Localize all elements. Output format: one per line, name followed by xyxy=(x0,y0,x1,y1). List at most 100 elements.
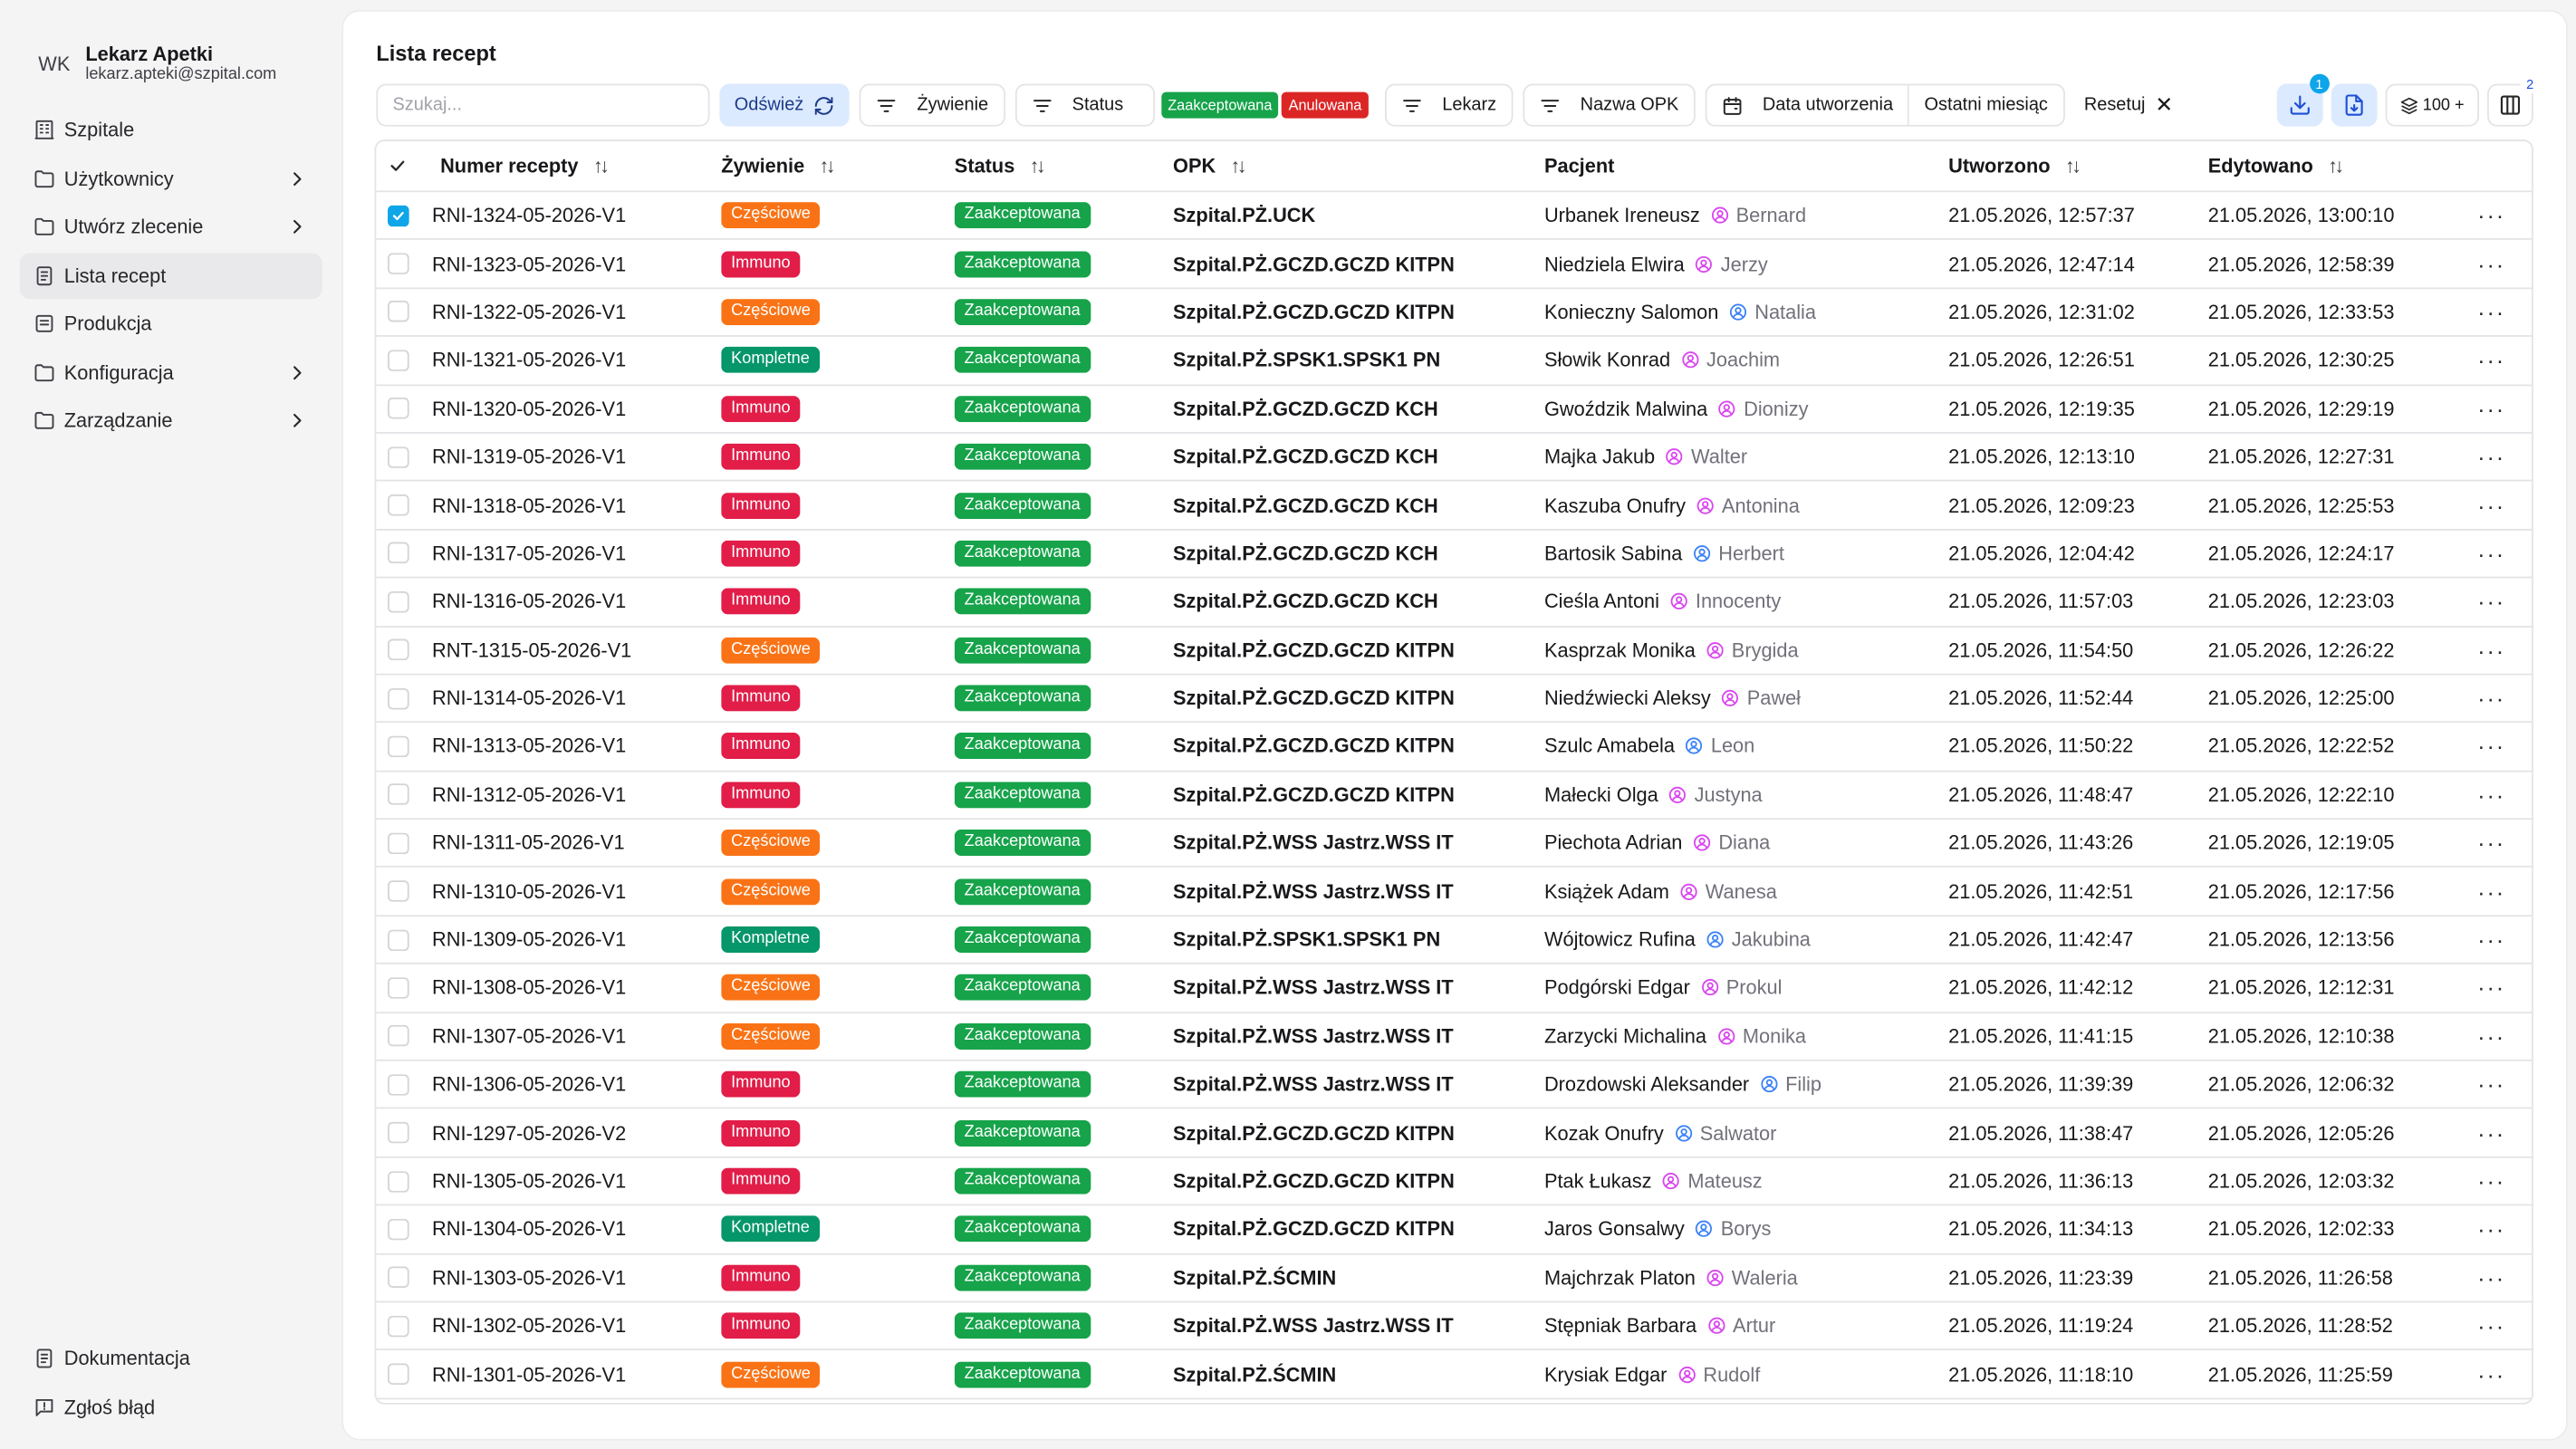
table-row[interactable]: RNI-1302-05-2026-V1 Immuno Zaakceptowana Sz… xyxy=(376,1302,2533,1351)
more-actions-icon[interactable]: ··· xyxy=(2477,740,2505,753)
prescription-number[interactable]: RNI-1324-05-2026-V1 xyxy=(419,204,722,226)
user-profile[interactable]: WK Lekarz Apetki lekarz.apteki@szpital.c… xyxy=(0,0,337,95)
table-row[interactable]: RNI-1303-05-2026-V1 Immuno Zaakceptowana Sz… xyxy=(376,1254,2533,1303)
table-row[interactable]: RNI-1308-05-2026-V1 Częściowe Zaakceptowan… xyxy=(376,964,2533,1013)
sort-icon[interactable]: ↑↓ xyxy=(593,154,610,177)
row-checkbox[interactable] xyxy=(388,928,409,951)
prescription-number[interactable]: RNI-1316-05-2026-V1 xyxy=(419,590,722,613)
more-actions-icon[interactable]: ··· xyxy=(2477,1367,2505,1381)
table-row[interactable]: RNI-1309-05-2026-V1 Kompletne Zaakceptowan… xyxy=(376,916,2533,965)
row-checkbox[interactable] xyxy=(388,783,409,806)
table-row[interactable]: RNI-1297-05-2026-V2 Immuno Zaakceptowana Sz… xyxy=(376,1109,2533,1158)
row-checkbox[interactable] xyxy=(388,1266,409,1289)
row-checkbox[interactable] xyxy=(388,832,409,854)
more-actions-icon[interactable]: ··· xyxy=(2477,692,2505,705)
row-checkbox[interactable] xyxy=(388,542,409,564)
prescription-number[interactable]: RNI-1323-05-2026-V1 xyxy=(419,253,722,275)
more-actions-icon[interactable]: ··· xyxy=(2477,499,2505,513)
doctor-filter-button[interactable]: Lekarz xyxy=(1384,83,1514,127)
opk-filter-button[interactable]: Nazwa OPK xyxy=(1523,83,1696,127)
more-actions-icon[interactable]: ··· xyxy=(2477,837,2505,850)
row-checkbox[interactable] xyxy=(388,1315,409,1337)
status-chip-cancelled[interactable]: Anulowana xyxy=(1282,91,1369,119)
sidebar-item-zarządzanie[interactable]: Zarządzanie xyxy=(20,398,322,444)
more-actions-icon[interactable]: ··· xyxy=(2477,1127,2505,1140)
row-checkbox[interactable] xyxy=(388,880,409,903)
table-row[interactable]: RNI-1305-05-2026-V1 Immuno Zaakceptowana Sz… xyxy=(376,1157,2533,1206)
column-header-opk[interactable]: OPK ↑↓ xyxy=(1173,154,1544,177)
more-actions-icon[interactable]: ··· xyxy=(2477,1078,2505,1091)
row-checkbox[interactable] xyxy=(388,253,409,275)
prescription-number[interactable]: RNI-1304-05-2026-V1 xyxy=(419,1218,722,1241)
prescription-number[interactable]: RNI-1310-05-2026-V1 xyxy=(419,880,722,903)
table-row[interactable]: RNI-1314-05-2026-V1 Immuno Zaakceptowana Sz… xyxy=(376,675,2533,724)
prescription-number[interactable]: RNI-1314-05-2026-V1 xyxy=(419,686,722,709)
sidebar-item-użytkownicy[interactable]: Użytkownicy xyxy=(20,155,322,201)
column-header-diet[interactable]: Żywienie ↑↓ xyxy=(721,154,955,177)
more-actions-icon[interactable]: ··· xyxy=(2477,354,2505,368)
sort-icon[interactable]: ↑↓ xyxy=(2065,154,2081,177)
prescription-number[interactable]: RNI-1311-05-2026-V1 xyxy=(419,831,722,854)
more-actions-icon[interactable]: ··· xyxy=(2477,257,2505,271)
status-filter-button[interactable]: Status xyxy=(1014,83,1155,127)
table-row[interactable]: RNI-1301-05-2026-V1 Częściowe Zaakceptowan… xyxy=(376,1351,2533,1399)
more-actions-icon[interactable]: ··· xyxy=(2477,209,2505,223)
more-actions-icon[interactable]: ··· xyxy=(2477,1030,2505,1043)
prescription-number[interactable]: RNI-1309-05-2026-V1 xyxy=(419,928,722,951)
prescription-number[interactable]: RNT-1315-05-2026-V1 xyxy=(419,638,722,661)
row-checkbox[interactable] xyxy=(388,687,409,709)
prescription-number[interactable]: RNI-1319-05-2026-V1 xyxy=(419,446,722,468)
refresh-button[interactable]: Odśwież xyxy=(719,83,851,127)
more-actions-icon[interactable]: ··· xyxy=(2477,595,2505,609)
prescription-number[interactable]: RNI-1320-05-2026-V1 xyxy=(419,397,722,419)
prescription-number[interactable]: RNI-1317-05-2026-V1 xyxy=(419,542,722,564)
row-checkbox[interactable] xyxy=(388,638,409,661)
more-actions-icon[interactable]: ··· xyxy=(2477,885,2505,898)
rows-per-page-button[interactable]: 100 + xyxy=(2385,83,2479,127)
row-checkbox[interactable] xyxy=(388,1073,409,1096)
row-checkbox[interactable] xyxy=(388,1363,409,1386)
table-row[interactable]: RNI-1307-05-2026-V1 Częściowe Zaakceptowan… xyxy=(376,1012,2533,1061)
sidebar-item-dokumentacja[interactable]: Dokumentacja xyxy=(20,1336,322,1382)
table-row[interactable]: RNI-1319-05-2026-V1 Immuno Zaakceptowana Sz… xyxy=(376,434,2533,483)
more-actions-icon[interactable]: ··· xyxy=(2477,402,2505,416)
prescription-number[interactable]: RNI-1321-05-2026-V1 xyxy=(419,349,722,371)
sort-icon[interactable]: ↑↓ xyxy=(2328,154,2344,177)
sort-icon[interactable]: ↑↓ xyxy=(820,154,836,177)
prescription-number[interactable]: RNI-1312-05-2026-V1 xyxy=(419,783,722,806)
sidebar-item-konfiguracja[interactable]: Konfiguracja xyxy=(20,349,322,395)
table-row[interactable]: RNI-1316-05-2026-V1 Immuno Zaakceptowana Sz… xyxy=(376,579,2533,627)
more-actions-icon[interactable]: ··· xyxy=(2477,788,2505,801)
prescription-number[interactable]: RNI-1297-05-2026-V2 xyxy=(419,1121,722,1144)
table-row[interactable]: RNI-1312-05-2026-V1 Immuno Zaakceptowana Sz… xyxy=(376,772,2533,820)
download-button[interactable]: 1 xyxy=(2276,73,2330,127)
prescription-number[interactable]: RNI-1306-05-2026-V1 xyxy=(419,1073,722,1096)
column-header-created[interactable]: Utworzono ↑↓ xyxy=(1948,154,2208,177)
export-file-button[interactable] xyxy=(2331,83,2377,127)
more-actions-icon[interactable]: ··· xyxy=(2477,1271,2505,1284)
table-row[interactable]: RNI-1322-05-2026-V1 Częściowe Zaakceptowan… xyxy=(376,289,2533,338)
more-actions-icon[interactable]: ··· xyxy=(2477,1319,2505,1333)
prescription-number[interactable]: RNI-1305-05-2026-V1 xyxy=(419,1169,722,1192)
table-row[interactable]: RNI-1306-05-2026-V1 Immuno Zaakceptowana Sz… xyxy=(376,1061,2533,1110)
row-checkbox[interactable] xyxy=(388,301,409,323)
more-actions-icon[interactable]: ··· xyxy=(2477,547,2505,561)
sidebar-item-zgłoś-błąd[interactable]: Zgłoś błąd xyxy=(20,1384,322,1430)
more-actions-icon[interactable]: ··· xyxy=(2477,643,2505,657)
sort-icon[interactable]: ↑↓ xyxy=(1231,154,1247,177)
columns-button[interactable]: 2 xyxy=(2487,73,2541,127)
row-checkbox[interactable] xyxy=(388,1122,409,1144)
sidebar-item-utwórz-zlecenie[interactable]: Utwórz zlecenie xyxy=(20,204,322,250)
table-row[interactable]: RNI-1320-05-2026-V1 Immuno Zaakceptowana Sz… xyxy=(376,385,2533,434)
row-checkbox[interactable] xyxy=(388,494,409,516)
column-header-patient[interactable]: Pacjent xyxy=(1544,154,1948,177)
more-actions-icon[interactable]: ··· xyxy=(2477,933,2505,946)
more-actions-icon[interactable]: ··· xyxy=(2477,982,2505,995)
row-checkbox[interactable] xyxy=(388,398,409,419)
more-actions-icon[interactable]: ··· xyxy=(2477,450,2505,464)
table-row[interactable]: RNI-1321-05-2026-V1 Kompletne Zaakceptowan… xyxy=(376,337,2533,386)
search-input[interactable] xyxy=(376,83,710,127)
column-header-status[interactable]: Status ↑↓ xyxy=(955,154,1173,177)
prescription-number[interactable]: RNI-1301-05-2026-V1 xyxy=(419,1363,722,1386)
prescription-number[interactable]: RNI-1322-05-2026-V1 xyxy=(419,301,722,323)
